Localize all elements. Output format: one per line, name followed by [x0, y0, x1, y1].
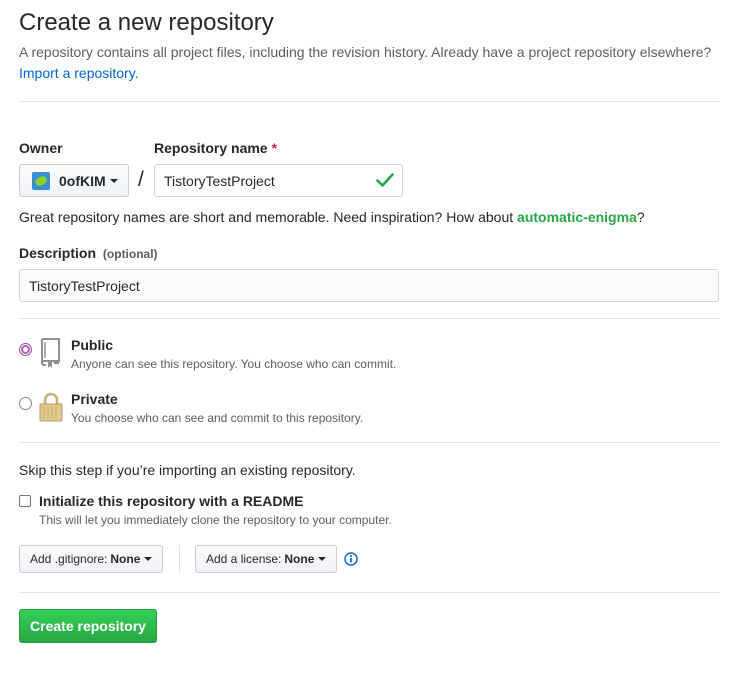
- create-repository-button[interactable]: Create repository: [19, 609, 157, 643]
- gitignore-dropdown[interactable]: Add .gitignore: None: [19, 545, 164, 573]
- repository-name-label: Repository name *: [154, 140, 277, 156]
- divider: [19, 318, 719, 319]
- hint-text: Great repository names are short and mem…: [19, 209, 514, 225]
- repository-name-hint: Great repository names are short and mem…: [19, 209, 645, 225]
- optional-note: (optional): [102, 247, 158, 261]
- skip-note: Skip this step if you’re importing an ex…: [19, 462, 356, 478]
- public-option-note: Anyone can see this repository. You choo…: [71, 357, 397, 371]
- owner-name: 0ofKIM: [59, 172, 106, 189]
- readme-note: This will let you immediately clone the …: [39, 513, 392, 527]
- description-label-text: Description: [19, 245, 97, 261]
- license-dropdown[interactable]: Add a license: None: [195, 545, 338, 573]
- readme-checkbox[interactable]: [19, 495, 31, 507]
- owner-dropdown[interactable]: 0ofKIM: [19, 164, 129, 197]
- gitignore-label: Add .gitignore:: [30, 552, 108, 566]
- chevron-down-icon: [144, 557, 153, 561]
- private-option-note: You choose who can see and commit to thi…: [71, 411, 364, 425]
- chevron-down-icon: [318, 557, 327, 561]
- check-icon: [376, 173, 394, 187]
- name-suggestion[interactable]: automatic-enigma: [517, 209, 637, 225]
- description-label: Description (optional): [19, 245, 158, 261]
- hint-suffix: ?: [636, 209, 645, 225]
- required-marker: *: [271, 140, 278, 156]
- private-option-title: Private: [71, 391, 118, 407]
- page-subtitle: A repository contains all project files,…: [19, 44, 712, 60]
- readme-label[interactable]: Initialize this repository with a README: [39, 493, 303, 509]
- lock-icon: [39, 392, 63, 422]
- owner-label: Owner: [19, 140, 63, 156]
- import-repository-link[interactable]: Import a repository.: [19, 65, 139, 81]
- repo-book-icon: [41, 338, 60, 368]
- divider: [19, 442, 719, 443]
- divider: [19, 101, 719, 102]
- description-input[interactable]: [19, 269, 719, 302]
- info-icon[interactable]: [344, 552, 358, 566]
- repository-name-label-text: Repository name: [154, 140, 268, 156]
- public-option-title: Public: [71, 337, 114, 353]
- license-value: None: [284, 552, 315, 566]
- license-label: Add a license:: [206, 552, 282, 566]
- divider: [179, 545, 180, 573]
- gitignore-value: None: [110, 552, 141, 566]
- owner-repo-separator: /: [138, 168, 144, 191]
- public-radio[interactable]: [19, 343, 32, 356]
- divider: [19, 592, 719, 593]
- repository-name-input[interactable]: [154, 164, 403, 197]
- page-title: Create a new repository: [19, 9, 274, 36]
- private-radio[interactable]: [19, 397, 32, 410]
- user-avatar: [32, 171, 50, 190]
- chevron-down-icon: [109, 178, 118, 183]
